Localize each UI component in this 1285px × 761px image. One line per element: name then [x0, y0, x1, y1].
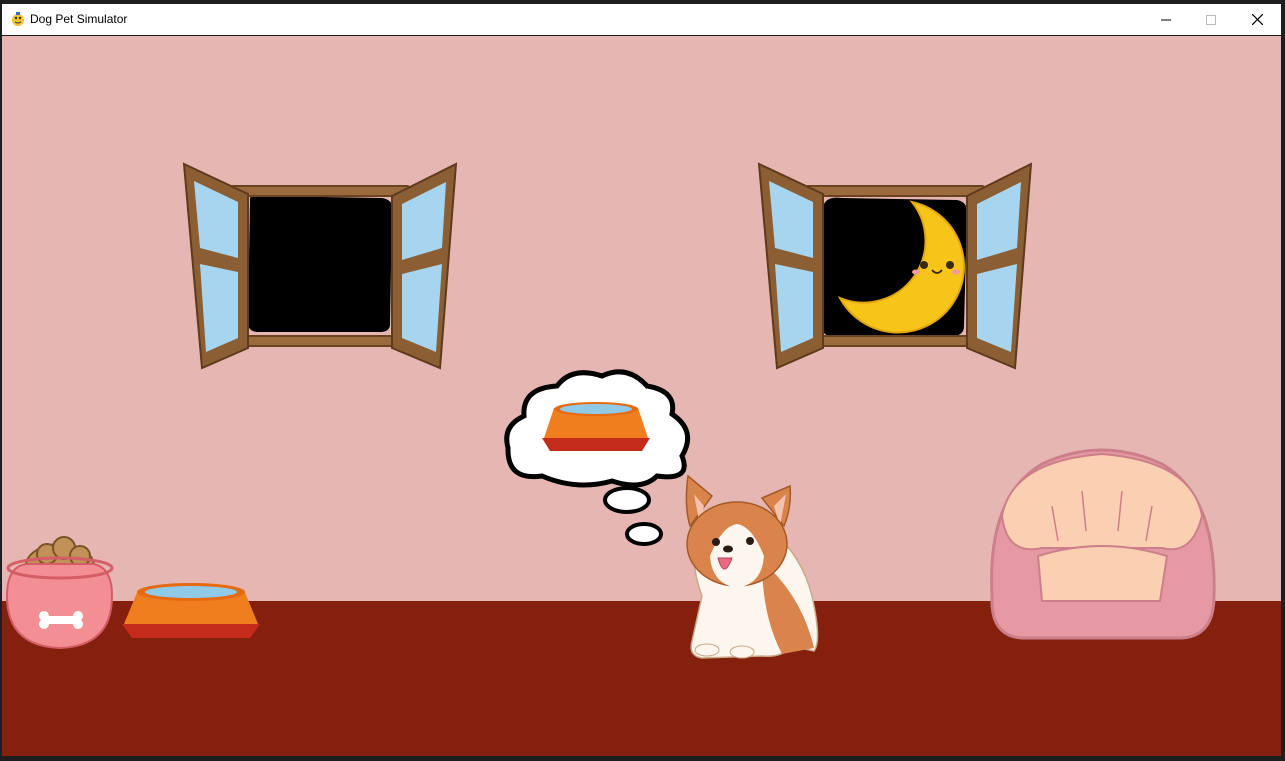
water-bowl-thought-icon — [542, 402, 650, 451]
right-window[interactable] — [757, 162, 1033, 370]
left-window[interactable] — [182, 162, 458, 370]
close-icon — [1251, 14, 1263, 25]
game-scene[interactable] — [2, 36, 1281, 756]
scene-canvas — [2, 36, 1281, 756]
minimize-button[interactable] — [1143, 4, 1189, 35]
maximize-icon — [1206, 14, 1216, 25]
title-bar[interactable]: Dog Pet Simulator — [2, 4, 1281, 35]
water-bowl[interactable] — [122, 583, 260, 638]
pygame-snake-icon — [12, 12, 24, 26]
close-button[interactable] — [1234, 4, 1280, 35]
window-title: Dog Pet Simulator — [30, 12, 128, 26]
maximize-button[interactable] — [1188, 4, 1234, 35]
app-window: Dog Pet Simulator — [0, 0, 1285, 761]
minimize-icon — [1161, 19, 1171, 20]
dog-bed[interactable] — [990, 448, 1216, 640]
